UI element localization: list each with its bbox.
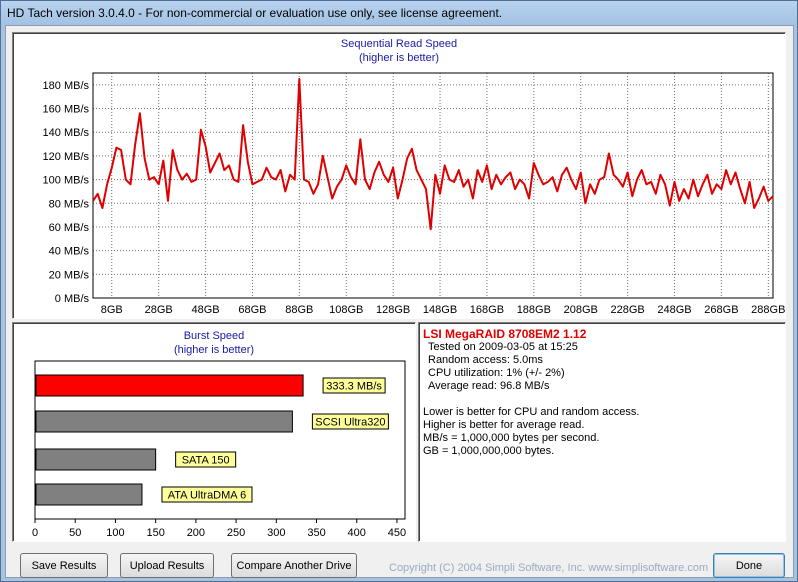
burst-bar (35, 410, 293, 433)
test-date: Tested on 2009-03-05 at 15:25 (428, 341, 578, 353)
y-tick-label: 20 MB/s (49, 269, 90, 281)
bar-label: SCSI Ultra320 (315, 417, 385, 429)
x-tick-label: 148GB (423, 304, 457, 316)
y-tick-label: 160 MB/s (43, 104, 90, 116)
x-tick-label: 248GB (657, 304, 691, 316)
y-tick-label: 60 MB/s (49, 222, 90, 234)
y-tick-label: 120 MB/s (43, 151, 90, 163)
y-tick-label: 180 MB/s (43, 80, 90, 92)
x-tick-label: 0 (32, 527, 38, 539)
x-tick-label: 350 (307, 527, 325, 539)
x-tick-label: 88GB (285, 304, 313, 316)
x-tick-label: 400 (348, 527, 366, 539)
client-area: Sequential Read Speed (higher is better)… (5, 25, 794, 578)
results-info-panel: LSI MegaRAID 8708EM2 1.12 Tested on 2009… (418, 322, 786, 542)
x-tick-label: 200 (187, 527, 205, 539)
x-tick-label: 268GB (704, 304, 738, 316)
done-button[interactable]: Done (713, 553, 785, 578)
note-line: Higher is better for average read. (423, 419, 585, 431)
note-line: MB/s = 1,000,000 bytes per second. (423, 432, 600, 444)
copyright-text: Copyright (C) 2004 Simpli Software, Inc.… (389, 562, 709, 574)
app-window: HD Tach version 3.0.4.0 - For non-commer… (0, 0, 798, 582)
note-line: Lower is better for CPU and random acces… (423, 406, 640, 418)
x-tick-label: 100 (106, 527, 124, 539)
plot-frame (92, 72, 774, 299)
y-tick-label: 80 MB/s (49, 198, 90, 210)
y-tick-label: 40 MB/s (49, 246, 90, 258)
x-tick-label: 450 (388, 527, 406, 539)
cpu-utilization: CPU utilization: 1% (+/- 2%) (428, 367, 565, 379)
y-tick-label: 100 MB/s (43, 175, 90, 187)
burst-speed-panel: Burst Speed (higher is better) 0 50 100 150… (12, 322, 416, 542)
read-speed-series-line (92, 77, 774, 231)
y-tick-label: 140 MB/s (43, 127, 90, 139)
read-speed-panel: Sequential Read Speed (higher is better)… (12, 32, 786, 319)
x-tick-label: 68GB (238, 304, 266, 316)
y-tick-label: 0 MB/s (55, 293, 90, 305)
x-tick-label: 208GB (564, 304, 598, 316)
x-tick-label: 288GB (751, 304, 785, 316)
burst-bar (35, 448, 157, 471)
x-tick-label: 300 (267, 527, 285, 539)
read-speed-chart: 0 MB/s 20 MB/s 40 MB/s 60 MB/s 80 MB/s 100 MB… (43, 72, 785, 316)
burst-speed-chart: 0 50 100 150 200 250 300 350 400 450 333.3 MB/s SCS… (32, 360, 406, 539)
compare-drive-button[interactable]: Compare Another Drive (231, 553, 357, 578)
upload-results-button[interactable]: Upload Results (120, 553, 214, 578)
x-tick-label: 188GB (517, 304, 551, 316)
x-tick-label: 8GB (101, 304, 123, 316)
x-tick-label: 128GB (376, 304, 410, 316)
burst-bar (35, 483, 143, 506)
x-tick-label: 150 (146, 527, 164, 539)
window-title: HD Tach version 3.0.4.0 - For non-commer… (7, 6, 503, 20)
x-tick-label: 108GB (329, 304, 363, 316)
x-tick-label: 28GB (145, 304, 173, 316)
x-tick-label: 228GB (610, 304, 644, 316)
burst-bar (35, 374, 304, 397)
x-tick-label: 50 (69, 527, 81, 539)
bar-label: 333.3 MB/s (326, 381, 382, 393)
x-tick-label: 48GB (191, 304, 219, 316)
x-tick-label: 168GB (470, 304, 504, 316)
random-access: Random access: 5.0ms (428, 354, 543, 366)
title-bar[interactable]: HD Tach version 3.0.4.0 - For non-commer… (1, 1, 797, 25)
note-line: GB = 1,000,000,000 bytes. (423, 445, 555, 457)
x-tick-label: 250 (227, 527, 245, 539)
save-results-button[interactable]: Save Results (20, 553, 108, 578)
average-read: Average read: 96.8 MB/s (428, 380, 550, 392)
bar-label: SATA 150 (182, 455, 230, 467)
drive-name: LSI MegaRAID 8708EM2 1.12 (423, 327, 587, 341)
bar-label: ATA UltraDMA 6 (168, 490, 246, 502)
